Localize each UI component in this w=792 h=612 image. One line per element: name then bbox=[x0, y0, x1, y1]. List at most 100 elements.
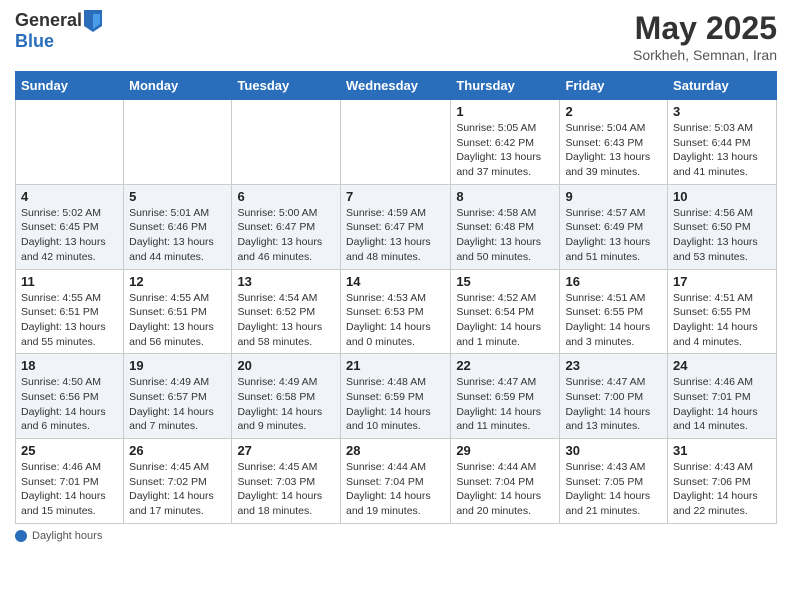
day-info: Sunrise: 4:45 AM Sunset: 7:02 PM Dayligh… bbox=[129, 460, 226, 519]
day-info: Sunrise: 4:47 AM Sunset: 7:00 PM Dayligh… bbox=[565, 375, 662, 434]
calendar-cell: 14 Sunrise: 4:53 AM Sunset: 6:53 PM Dayli… bbox=[340, 269, 450, 354]
calendar-cell: 29 Sunrise: 4:44 AM Sunset: 7:04 PM Dayli… bbox=[451, 439, 560, 524]
calendar-cell: 16 Sunrise: 4:51 AM Sunset: 6:55 PM Dayli… bbox=[560, 269, 668, 354]
calendar-cell bbox=[16, 100, 124, 185]
title-block: May 2025 Sorkheh, Semnan, Iran bbox=[633, 10, 777, 63]
day-info: Sunrise: 4:55 AM Sunset: 6:51 PM Dayligh… bbox=[129, 291, 226, 350]
calendar-cell: 24 Sunrise: 4:46 AM Sunset: 7:01 PM Dayli… bbox=[668, 354, 777, 439]
logo-icon bbox=[84, 10, 102, 32]
calendar-cell: 3 Sunrise: 5:03 AM Sunset: 6:44 PM Daylig… bbox=[668, 100, 777, 185]
day-info: Sunrise: 4:51 AM Sunset: 6:55 PM Dayligh… bbox=[673, 291, 771, 350]
calendar-table: SundayMondayTuesdayWednesdayThursdayFrid… bbox=[15, 71, 777, 524]
calendar-cell: 25 Sunrise: 4:46 AM Sunset: 7:01 PM Dayli… bbox=[16, 439, 124, 524]
calendar-cell: 13 Sunrise: 4:54 AM Sunset: 6:52 PM Dayli… bbox=[232, 269, 341, 354]
calendar-cell: 11Sunrise: 4:55 AM Sunset: 6:51 PM Dayli… bbox=[16, 269, 124, 354]
calendar-week-row: 25 Sunrise: 4:46 AM Sunset: 7:01 PM Dayli… bbox=[16, 439, 777, 524]
day-number: 11 bbox=[21, 274, 118, 289]
location-subtitle: Sorkheh, Semnan, Iran bbox=[633, 47, 777, 63]
calendar-cell: 27Sunrise: 4:45 AM Sunset: 7:03 PM Dayli… bbox=[232, 439, 341, 524]
calendar-cell bbox=[340, 100, 450, 185]
day-info: Sunrise: 4:54 AM Sunset: 6:52 PM Dayligh… bbox=[237, 291, 335, 350]
day-number: 4 bbox=[21, 189, 118, 204]
calendar-cell: 17 Sunrise: 4:51 AM Sunset: 6:55 PM Dayli… bbox=[668, 269, 777, 354]
day-info: Sunrise: 4:43 AM Sunset: 7:06 PM Dayligh… bbox=[673, 460, 771, 519]
calendar-cell: 5Sunrise: 5:01 AM Sunset: 6:46 PM Daylig… bbox=[124, 184, 232, 269]
day-number: 18 bbox=[21, 358, 118, 373]
calendar-cell: 26 Sunrise: 4:45 AM Sunset: 7:02 PM Dayli… bbox=[124, 439, 232, 524]
day-number: 10 bbox=[673, 189, 771, 204]
day-number: 28 bbox=[346, 443, 445, 458]
day-info: Sunrise: 5:02 AM Sunset: 6:45 PM Dayligh… bbox=[21, 206, 118, 265]
calendar-cell bbox=[232, 100, 341, 185]
day-number: 30 bbox=[565, 443, 662, 458]
day-number: 24 bbox=[673, 358, 771, 373]
calendar-cell: 22Sunrise: 4:47 AM Sunset: 6:59 PM Dayli… bbox=[451, 354, 560, 439]
main-container: General Blue May 2025 Sorkheh, Semnan, I… bbox=[0, 0, 792, 552]
calendar-week-row: 4 Sunrise: 5:02 AM Sunset: 6:45 PM Daylig… bbox=[16, 184, 777, 269]
calendar-cell: 12 Sunrise: 4:55 AM Sunset: 6:51 PM Dayli… bbox=[124, 269, 232, 354]
day-info: Sunrise: 4:53 AM Sunset: 6:53 PM Dayligh… bbox=[346, 291, 445, 350]
day-number: 31 bbox=[673, 443, 771, 458]
day-info: Sunrise: 4:49 AM Sunset: 6:58 PM Dayligh… bbox=[237, 375, 335, 434]
day-number: 1 bbox=[456, 104, 554, 119]
day-number: 14 bbox=[346, 274, 445, 289]
day-info: Sunrise: 4:51 AM Sunset: 6:55 PM Dayligh… bbox=[565, 291, 662, 350]
calendar-cell: 21 Sunrise: 4:48 AM Sunset: 6:59 PM Dayli… bbox=[340, 354, 450, 439]
weekday-header-cell: Friday bbox=[560, 72, 668, 100]
day-info: Sunrise: 5:01 AM Sunset: 6:46 PM Dayligh… bbox=[129, 206, 226, 265]
day-number: 17 bbox=[673, 274, 771, 289]
calendar-week-row: 18 Sunrise: 4:50 AM Sunset: 6:56 PM Dayli… bbox=[16, 354, 777, 439]
logo: General Blue bbox=[15, 10, 102, 52]
day-info: Sunrise: 4:48 AM Sunset: 6:59 PM Dayligh… bbox=[346, 375, 445, 434]
day-info: Sunrise: 4:49 AM Sunset: 6:57 PM Dayligh… bbox=[129, 375, 226, 434]
day-info: Sunrise: 4:43 AM Sunset: 7:05 PM Dayligh… bbox=[565, 460, 662, 519]
day-info: Sunrise: 5:05 AM Sunset: 6:42 PM Dayligh… bbox=[456, 121, 554, 180]
day-number: 26 bbox=[129, 443, 226, 458]
calendar-cell: 2 Sunrise: 5:04 AM Sunset: 6:43 PM Daylig… bbox=[560, 100, 668, 185]
calendar-cell: 28 Sunrise: 4:44 AM Sunset: 7:04 PM Dayli… bbox=[340, 439, 450, 524]
month-title: May 2025 bbox=[633, 10, 777, 47]
weekday-header-cell: Tuesday bbox=[232, 72, 341, 100]
logo-blue: Blue bbox=[15, 31, 54, 51]
day-number: 20 bbox=[237, 358, 335, 373]
day-number: 21 bbox=[346, 358, 445, 373]
day-info: Sunrise: 4:44 AM Sunset: 7:04 PM Dayligh… bbox=[346, 460, 445, 519]
calendar-cell bbox=[124, 100, 232, 185]
day-number: 13 bbox=[237, 274, 335, 289]
day-info: Sunrise: 4:46 AM Sunset: 7:01 PM Dayligh… bbox=[673, 375, 771, 434]
logo-general: General bbox=[15, 11, 82, 31]
day-number: 6 bbox=[237, 189, 335, 204]
calendar-cell: 23Sunrise: 4:47 AM Sunset: 7:00 PM Dayli… bbox=[560, 354, 668, 439]
day-info: Sunrise: 4:44 AM Sunset: 7:04 PM Dayligh… bbox=[456, 460, 554, 519]
weekday-header-cell: Wednesday bbox=[340, 72, 450, 100]
header: General Blue May 2025 Sorkheh, Semnan, I… bbox=[15, 10, 777, 63]
day-number: 2 bbox=[565, 104, 662, 119]
day-number: 27 bbox=[237, 443, 335, 458]
day-info: Sunrise: 4:57 AM Sunset: 6:49 PM Dayligh… bbox=[565, 206, 662, 265]
weekday-header-cell: Monday bbox=[124, 72, 232, 100]
footer-dot bbox=[15, 530, 27, 542]
day-number: 29 bbox=[456, 443, 554, 458]
day-number: 25 bbox=[21, 443, 118, 458]
weekday-header-cell: Thursday bbox=[451, 72, 560, 100]
calendar-cell: 18 Sunrise: 4:50 AM Sunset: 6:56 PM Dayli… bbox=[16, 354, 124, 439]
calendar-cell: 4 Sunrise: 5:02 AM Sunset: 6:45 PM Daylig… bbox=[16, 184, 124, 269]
day-info: Sunrise: 4:58 AM Sunset: 6:48 PM Dayligh… bbox=[456, 206, 554, 265]
day-info: Sunrise: 5:04 AM Sunset: 6:43 PM Dayligh… bbox=[565, 121, 662, 180]
calendar-cell: 8 Sunrise: 4:58 AM Sunset: 6:48 PM Daylig… bbox=[451, 184, 560, 269]
calendar-week-row: 1 Sunrise: 5:05 AM Sunset: 6:42 PM Daylig… bbox=[16, 100, 777, 185]
weekday-header-cell: Sunday bbox=[16, 72, 124, 100]
day-number: 3 bbox=[673, 104, 771, 119]
calendar-cell: 7Sunrise: 4:59 AM Sunset: 6:47 PM Daylig… bbox=[340, 184, 450, 269]
day-number: 16 bbox=[565, 274, 662, 289]
weekday-header-row: SundayMondayTuesdayWednesdayThursdayFrid… bbox=[16, 72, 777, 100]
calendar-cell: 19Sunrise: 4:49 AM Sunset: 6:57 PM Dayli… bbox=[124, 354, 232, 439]
day-number: 12 bbox=[129, 274, 226, 289]
weekday-header-cell: Saturday bbox=[668, 72, 777, 100]
day-info: Sunrise: 4:52 AM Sunset: 6:54 PM Dayligh… bbox=[456, 291, 554, 350]
day-info: Sunrise: 4:46 AM Sunset: 7:01 PM Dayligh… bbox=[21, 460, 118, 519]
day-info: Sunrise: 5:03 AM Sunset: 6:44 PM Dayligh… bbox=[673, 121, 771, 180]
calendar-cell: 15Sunrise: 4:52 AM Sunset: 6:54 PM Dayli… bbox=[451, 269, 560, 354]
day-info: Sunrise: 4:50 AM Sunset: 6:56 PM Dayligh… bbox=[21, 375, 118, 434]
day-number: 8 bbox=[456, 189, 554, 204]
